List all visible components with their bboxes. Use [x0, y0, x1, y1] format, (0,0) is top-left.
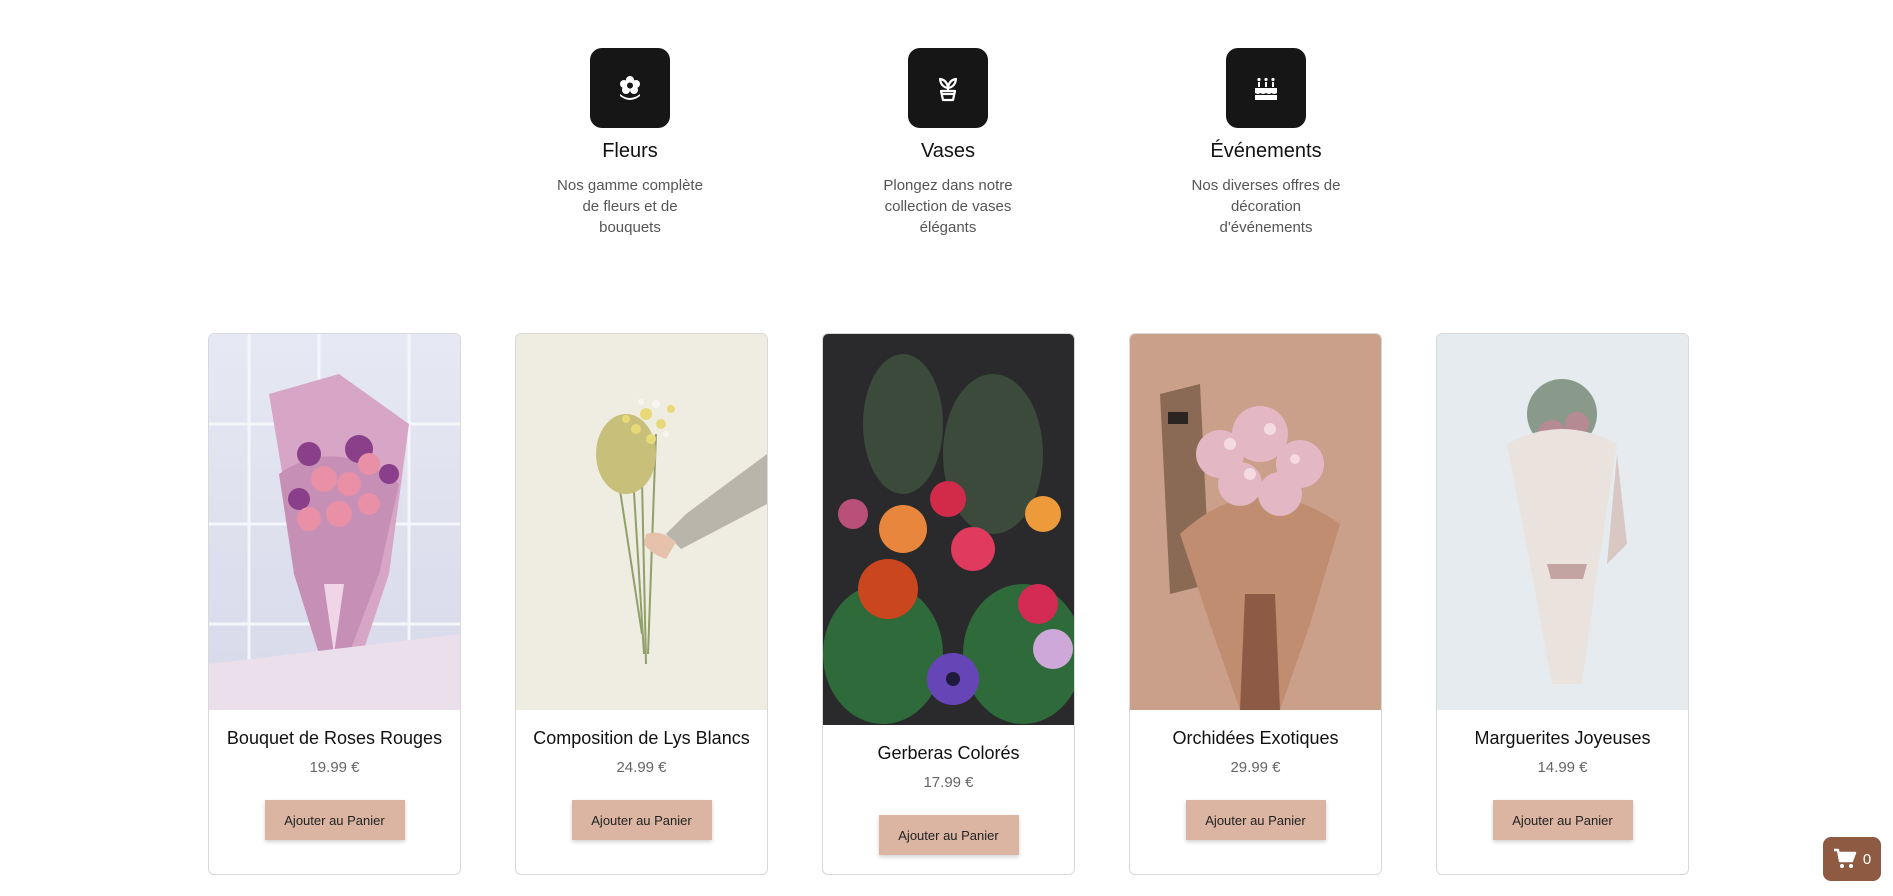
- product-card: Bouquet de Roses Rouges 19.99 € Ajouter …: [208, 333, 461, 875]
- add-to-cart-button[interactable]: Ajouter au Panier: [1492, 800, 1633, 840]
- product-image-colorful-flowers: [823, 334, 1074, 725]
- add-to-cart-button[interactable]: Ajouter au Panier: [571, 800, 712, 840]
- product-name: Composition de Lys Blancs: [533, 728, 750, 748]
- product-card: Marguerites Joyeuses 14.99 € Ajouter au …: [1436, 333, 1689, 875]
- category-events[interactable]: Événements Nos diverses offres de décora…: [1166, 48, 1366, 238]
- product-price: 19.99 €: [309, 759, 360, 776]
- cake-icon: [1226, 48, 1306, 128]
- add-to-cart-button[interactable]: Ajouter au Panier: [878, 815, 1019, 855]
- add-to-cart-button[interactable]: Ajouter au Panier: [264, 800, 405, 840]
- product-image-wildflower-bunch: [516, 334, 767, 710]
- product-price: 24.99 €: [616, 759, 667, 776]
- product-name: Orchidées Exotiques: [1172, 728, 1339, 748]
- plant-pot-icon: [908, 48, 988, 128]
- product-image-white-wrapped-bouquet: [1437, 334, 1688, 710]
- cart-button[interactable]: 0: [1823, 837, 1881, 881]
- product-card: Composition de Lys Blancs 24.99 € Ajoute…: [515, 333, 768, 875]
- category-description: Nos gamme complète de fleurs et de bouqu…: [557, 177, 703, 236]
- product-card: Orchidées Exotiques 29.99 € Ajouter au P…: [1129, 333, 1382, 875]
- product-name: Marguerites Joyeuses: [1474, 728, 1651, 748]
- product-price: 29.99 €: [1230, 759, 1281, 776]
- cart-icon: [1833, 848, 1857, 868]
- flower-icon: [590, 48, 670, 128]
- add-to-cart-button[interactable]: Ajouter au Panier: [1185, 800, 1326, 840]
- category-title: Vases: [920, 140, 976, 162]
- product-name: Gerberas Colorés: [877, 743, 1020, 763]
- category-title: Événements: [1210, 140, 1322, 162]
- product-name: Bouquet de Roses Rouges: [226, 728, 443, 748]
- product-price: 14.99 €: [1537, 759, 1588, 776]
- product-image-babys-breath-bouquet: [1130, 334, 1381, 710]
- product-card: Gerberas Colorés 17.99 € Ajouter au Pani…: [822, 333, 1075, 875]
- category-section: Fleurs Nos gamme complète de fleurs et d…: [0, 0, 1893, 240]
- category-vases[interactable]: Vases Plongez dans notre collection de v…: [848, 48, 1048, 238]
- category-description: Plongez dans notre collection de vases é…: [883, 177, 1013, 236]
- product-image-pink-roses-bouquet: [209, 334, 460, 710]
- category-title: Fleurs: [602, 140, 658, 162]
- cart-count: 0: [1862, 850, 1872, 868]
- category-description: Nos diverses offres de décoration d'évén…: [1191, 177, 1341, 236]
- category-flowers[interactable]: Fleurs Nos gamme complète de fleurs et d…: [530, 48, 730, 238]
- product-price: 17.99 €: [923, 774, 974, 791]
